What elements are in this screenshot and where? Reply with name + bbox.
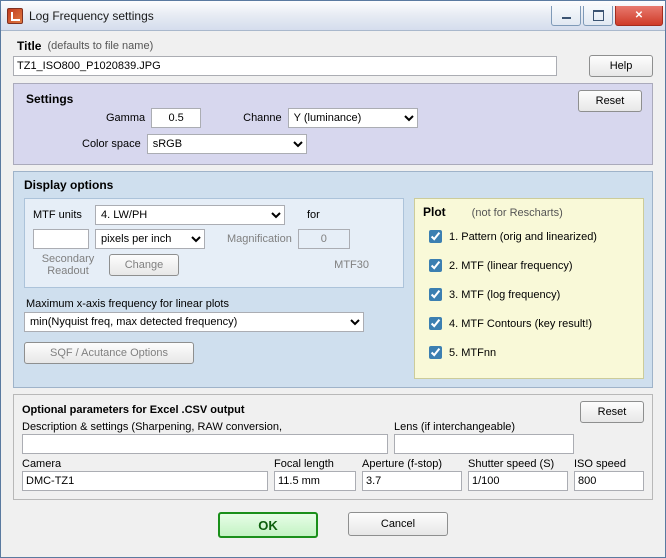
plot-item-2[interactable]: 2. MTF (linear frequency)	[425, 256, 635, 275]
title-hint: (defaults to file name)	[47, 40, 153, 52]
title-input[interactable]	[13, 56, 557, 76]
max-x-section: Maximum x-axis frequency for linear plot…	[24, 294, 404, 332]
channel-select[interactable]: Y (luminance)	[288, 108, 418, 128]
settings-panel: Settings Reset Gamma Channe Y (luminance…	[13, 83, 653, 165]
minimize-button[interactable]	[551, 6, 581, 26]
plot-item-5[interactable]: 5. MTFnn	[425, 343, 635, 362]
plot-check-5[interactable]	[429, 346, 442, 359]
mtf-units-select[interactable]: 4. LW/PH	[95, 205, 285, 225]
colorspace-label: Color space	[82, 138, 141, 150]
aperture-label: Aperture (f-stop)	[362, 458, 462, 470]
ok-button[interactable]: OK	[218, 512, 318, 538]
description-input[interactable]	[22, 434, 388, 454]
secondary-readout-label: Secondary Readout	[33, 253, 103, 277]
window-title: Log Frequency settings	[29, 9, 551, 23]
shutter-label: Shutter speed (S)	[468, 458, 568, 470]
channel-label: Channe	[243, 112, 282, 124]
ppi-unit-select[interactable]: pixels per inch	[95, 229, 205, 249]
optional-reset-button[interactable]: Reset	[580, 401, 644, 423]
display-panel: Display options MTF units 4. LW/PH for p…	[13, 171, 653, 388]
camera-input[interactable]	[22, 471, 268, 491]
help-button[interactable]: Help	[589, 55, 653, 77]
change-button[interactable]: Change	[109, 254, 179, 276]
sqf-acutance-button[interactable]: SQF / Acutance Options	[24, 342, 194, 364]
plot-check-1[interactable]	[429, 230, 442, 243]
settings-reset-button[interactable]: Reset	[578, 90, 642, 112]
window-controls	[551, 6, 663, 26]
magnification-input	[298, 229, 350, 249]
title-label: Title	[17, 39, 41, 53]
gamma-label: Gamma	[106, 112, 145, 124]
plot-check-3[interactable]	[429, 288, 442, 301]
lens-input[interactable]	[394, 434, 574, 454]
focal-label: Focal length	[274, 458, 356, 470]
ppi-value-input[interactable]	[33, 229, 89, 249]
mtf30-label: MTF30	[334, 259, 369, 271]
gamma-input[interactable]	[151, 108, 201, 128]
iso-input[interactable]	[574, 471, 644, 491]
window: Log Frequency settings Title (defaults t…	[0, 0, 666, 558]
plot-check-2[interactable]	[429, 259, 442, 272]
optional-heading: Optional parameters for Excel .CSV outpu…	[22, 404, 245, 416]
maximize-button[interactable]	[583, 6, 613, 26]
camera-label: Camera	[22, 458, 268, 470]
settings-heading: Settings	[26, 92, 73, 106]
mtf-units-label: MTF units	[33, 209, 89, 221]
magnification-label: Magnification	[227, 233, 292, 245]
titlebar: Log Frequency settings	[1, 1, 665, 31]
display-left: MTF units 4. LW/PH for pixels per inch M…	[24, 198, 404, 379]
aperture-input[interactable]	[362, 471, 462, 491]
max-x-select[interactable]: min(Nyquist freq, max detected frequency…	[24, 312, 364, 332]
optional-panel: Optional parameters for Excel .CSV outpu…	[13, 394, 653, 500]
footer: OK Cancel	[13, 506, 653, 538]
plot-note: (not for Rescharts)	[472, 207, 563, 219]
lens-label: Lens (if interchangeable)	[394, 421, 574, 433]
max-x-label: Maximum x-axis frequency for linear plot…	[26, 298, 404, 310]
plot-heading: Plot	[423, 205, 446, 219]
title-section: Title (defaults to file name) Help	[13, 39, 653, 77]
display-heading: Display options	[24, 178, 644, 192]
plot-item-4[interactable]: 4. MTF Contours (key result!)	[425, 314, 635, 333]
plot-item-1[interactable]: 1. Pattern (orig and linearized)	[425, 227, 635, 246]
shutter-input[interactable]	[468, 471, 568, 491]
plot-item-3[interactable]: 3. MTF (log frequency)	[425, 285, 635, 304]
close-button[interactable]	[615, 6, 663, 26]
plot-panel: Plot (not for Rescharts) 1. Pattern (ori…	[414, 198, 644, 379]
focal-input[interactable]	[274, 471, 356, 491]
plot-check-4[interactable]	[429, 317, 442, 330]
app-icon	[7, 8, 23, 24]
for-label: for	[307, 209, 320, 221]
mtf-group: MTF units 4. LW/PH for pixels per inch M…	[24, 198, 404, 288]
client-area: Title (defaults to file name) Help Setti…	[1, 31, 665, 557]
cancel-button[interactable]: Cancel	[348, 512, 448, 536]
colorspace-select[interactable]: sRGB	[147, 134, 307, 154]
iso-label: ISO speed	[574, 458, 644, 470]
description-label: Description & settings (Sharpening, RAW …	[22, 421, 388, 433]
